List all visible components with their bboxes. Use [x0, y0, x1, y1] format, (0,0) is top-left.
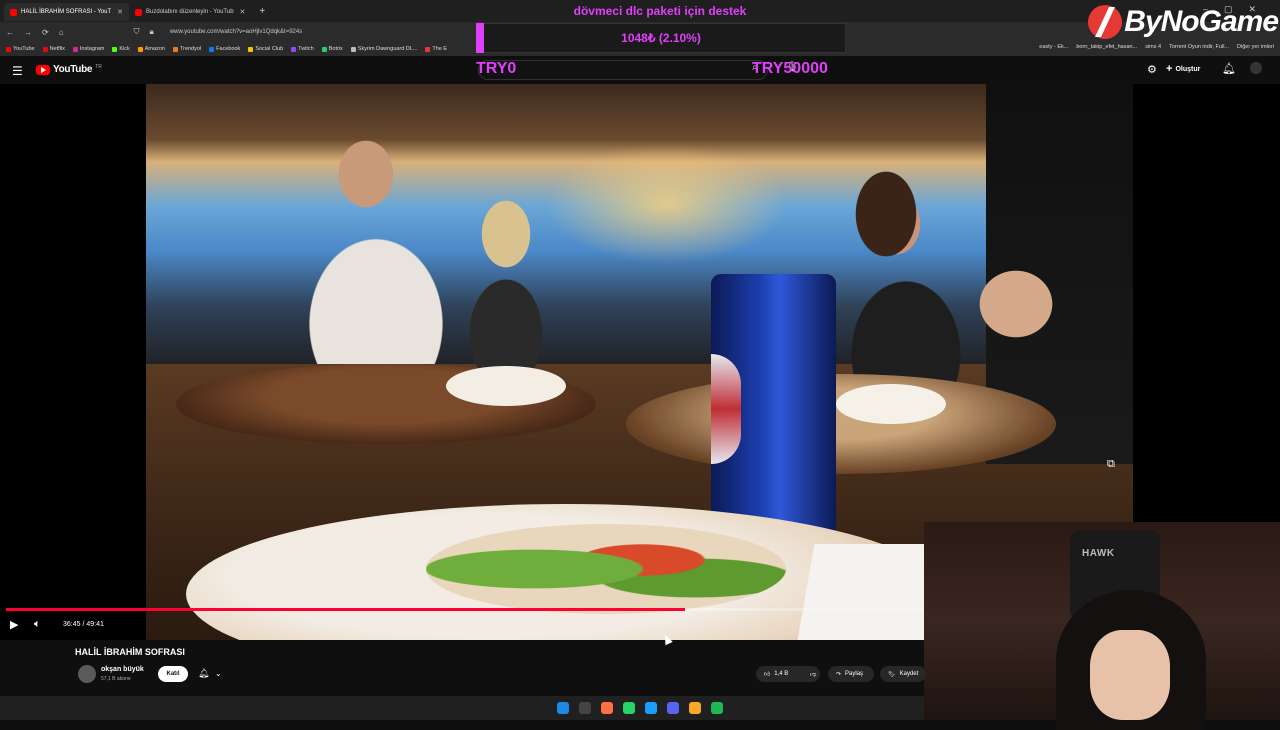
- youtube-logo-text: YouTube: [53, 64, 93, 75]
- chair-logo-text: HAWK: [1082, 548, 1115, 559]
- save-button[interactable]: 🔖︎ Kaydet: [880, 666, 926, 682]
- home-icon[interactable]: ⌂: [59, 28, 64, 37]
- bookmark-item[interactable]: Botrix: [321, 46, 343, 52]
- subscriber-count: 57,1 B abone: [101, 676, 131, 682]
- woman-figure: [446, 184, 566, 384]
- tab-active[interactable]: HALİL İBRAHİM SOFRASI - YouT ✕: [4, 3, 130, 21]
- windows-start-icon[interactable]: [557, 702, 569, 714]
- file-explorer-icon[interactable]: [689, 702, 701, 714]
- create-label: Oluştur: [1175, 65, 1201, 73]
- bookmark-item[interactable]: easty - Ek...: [1039, 44, 1068, 50]
- browser-icon[interactable]: [601, 702, 613, 714]
- bookmark-item[interactable]: Amazon: [137, 46, 165, 52]
- share-label: Paylaş: [845, 671, 864, 677]
- bookmark-item[interactable]: Social Club: [248, 46, 283, 52]
- new-tab-button[interactable]: +: [259, 6, 265, 17]
- join-button[interactable]: Katıl: [158, 666, 188, 682]
- bynogame-logo-icon: [1088, 5, 1123, 39]
- volume-icon[interactable]: 🔈︎: [34, 618, 41, 631]
- chevron-down-icon[interactable]: ⌄: [215, 669, 222, 678]
- youtube-region-code: TR: [95, 64, 102, 70]
- youtube-play-logo-icon: [36, 64, 50, 75]
- hand-figure: [946, 234, 1086, 374]
- create-button[interactable]: + Oluştur: [1166, 63, 1200, 75]
- tab-label: Buzdolabını düzenleyin - YouTub: [146, 9, 234, 15]
- search-icon[interactable]: [579, 702, 591, 714]
- whatsapp-icon[interactable]: [623, 702, 635, 714]
- youtube-logo[interactable]: YouTube TR: [36, 64, 102, 75]
- dislike-button[interactable]: 👎︎: [802, 666, 824, 682]
- steam-icon[interactable]: [645, 702, 657, 714]
- rice-pile: [446, 366, 566, 406]
- share-button[interactable]: ↷ Paylaş: [828, 666, 874, 682]
- bookmark-icon: 🔖︎: [888, 671, 896, 678]
- progress-fill[interactable]: [6, 608, 686, 611]
- youtube-favicon-icon: [10, 8, 17, 16]
- forward-icon[interactable]: →: [24, 28, 32, 37]
- like-count: 1,4 B: [774, 671, 789, 677]
- tab-inactive[interactable]: Buzdolabını düzenleyin - YouTub ✕: [129, 3, 251, 21]
- plus-icon: +: [1166, 63, 1173, 75]
- hamburger-menu-icon[interactable]: ☰: [12, 64, 23, 78]
- os-taskbar: [0, 696, 924, 720]
- miniplayer-icon[interactable]: ⧉: [1107, 458, 1115, 471]
- food-plate: [626, 374, 1056, 474]
- spotify-icon[interactable]: [711, 702, 723, 714]
- streamer-face: [1090, 630, 1170, 720]
- bookmark-item[interactable]: Facebook: [209, 46, 240, 52]
- channel-name[interactable]: okşan büyük: [101, 666, 144, 673]
- thumbs-down-icon: 👎︎: [810, 672, 817, 678]
- subscribed-bell-icon[interactable]: 🔔︎: [198, 668, 209, 679]
- search-input[interactable]: [478, 60, 768, 80]
- bookmark-item[interactable]: sims 4: [1145, 44, 1161, 50]
- donation-amount: 1048₺ (2.10%): [621, 31, 701, 45]
- bookmark-item[interactable]: Twitch: [291, 46, 314, 52]
- extension-gear-icon[interactable]: ⚙: [1147, 63, 1157, 76]
- bookmarks-bar-right: easty - Ek... borrı_takip_efet_hasan... …: [1039, 44, 1274, 50]
- close-tab-icon[interactable]: ✕: [117, 8, 123, 16]
- bookmark-item[interactable]: Torrent Oyun indir, Full...: [1169, 44, 1229, 50]
- donation-goal-title: dövmeci dlc paketi için destek: [573, 4, 747, 18]
- soda-can-logo: [711, 354, 741, 464]
- account-avatar[interactable]: [1250, 62, 1262, 74]
- channel-avatar[interactable]: [78, 665, 96, 683]
- bookmark-item[interactable]: YouTube: [6, 46, 35, 52]
- time-readout: 36:45 / 49:41: [63, 621, 104, 628]
- back-icon[interactable]: ←: [6, 28, 14, 37]
- url-field[interactable]: www.youtube.com/watch?v=aoHjlv1Qdqk&t=92…: [170, 29, 302, 35]
- video-title: HALİL İBRAHİM SOFRASI: [75, 647, 185, 657]
- save-label: Kaydet: [899, 671, 919, 677]
- rice-pile: [836, 384, 946, 424]
- lock-icon[interactable]: 🔒︎: [150, 27, 154, 37]
- bookmark-item[interactable]: Skyrim Dawnguard DL...: [350, 46, 417, 52]
- discord-icon[interactable]: [667, 702, 679, 714]
- share-icon: ↷: [836, 671, 842, 678]
- close-tab-icon[interactable]: ✕: [240, 8, 246, 16]
- bookmark-item[interactable]: borrı_takip_efet_hasan...: [1076, 44, 1137, 50]
- donation-max-label: TRY50000: [752, 60, 828, 77]
- donation-min-label: TRY0: [476, 60, 517, 77]
- bookmark-item[interactable]: Kick: [112, 46, 130, 52]
- youtube-favicon-icon: [135, 8, 143, 16]
- bookmark-folder[interactable]: Diğer yer imleri: [1237, 44, 1274, 50]
- bookmark-item[interactable]: The E: [425, 46, 447, 52]
- bookmark-item[interactable]: Trendyol: [172, 46, 201, 52]
- reload-icon[interactable]: ⟳: [42, 28, 49, 37]
- tab-label: HALİL İBRAHİM SOFRASI - YouT: [21, 9, 112, 15]
- bynogame-logo: ByNoGame: [1088, 0, 1279, 44]
- bookmark-item[interactable]: Netflix: [42, 46, 65, 52]
- bynogame-logo-text: ByNoGame: [1124, 5, 1279, 38]
- play-icon[interactable]: ▶: [10, 618, 18, 631]
- notifications-bell-icon[interactable]: 🔔︎: [1222, 62, 1236, 75]
- bookmark-item[interactable]: Instagram: [72, 46, 104, 52]
- shield-icon[interactable]: ⛉: [134, 27, 140, 37]
- salad: [426, 524, 786, 614]
- thumbs-up-icon: 👍︎: [764, 672, 771, 678]
